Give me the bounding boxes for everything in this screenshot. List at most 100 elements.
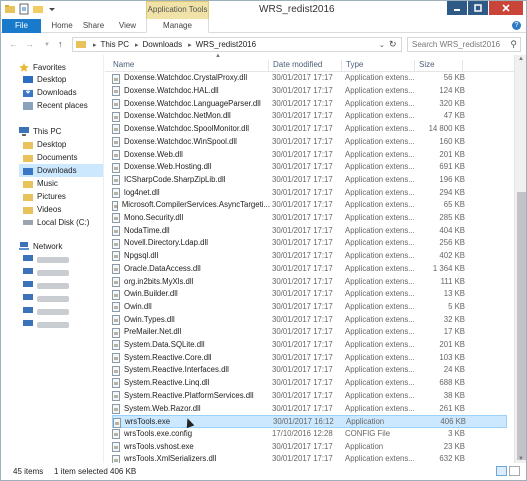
network-computer[interactable] bbox=[23, 281, 69, 290]
nav-pc-videos[interactable]: Videos bbox=[23, 205, 61, 214]
properties-icon[interactable] bbox=[18, 3, 30, 15]
file-row[interactable]: System.Reactive.Interfaces.dll 30/01/2017… bbox=[112, 364, 507, 377]
file-icon bbox=[112, 353, 120, 364]
file-name: log4net.dll bbox=[124, 187, 160, 197]
vertical-scrollbar[interactable]: ▲ ▼ bbox=[514, 55, 526, 463]
file-row[interactable]: Novell.Directory.Ldap.dll 30/01/2017 17:1… bbox=[112, 237, 507, 250]
column-name[interactable]: Name bbox=[109, 60, 269, 71]
nav-network[interactable]: Network bbox=[19, 242, 62, 251]
network-computer[interactable] bbox=[23, 255, 69, 264]
file-type: Application extens... bbox=[345, 352, 415, 362]
file-type: Application extens... bbox=[345, 314, 415, 324]
breadcrumb-current-folder[interactable]: WRS_redist2016 bbox=[196, 40, 256, 49]
nav-pc-downloads[interactable]: Downloads bbox=[19, 164, 103, 177]
nav-recent-places[interactable]: Recent places bbox=[23, 101, 88, 110]
file-row[interactable]: Doxense.Watchdoc.HAL.dll 30/01/2017 17:17… bbox=[112, 85, 507, 98]
recent-locations-icon[interactable]: ▼ bbox=[44, 42, 50, 48]
nav-pc-music[interactable]: Music bbox=[23, 179, 58, 188]
file-row[interactable]: Doxense.Watchdoc.CrystalProxy.dll 30/01/2… bbox=[112, 72, 507, 85]
file-row[interactable]: ICSharpCode.SharpZipLib.dll 30/01/2017 17… bbox=[112, 174, 507, 187]
file-row[interactable]: Doxense.Watchdoc.LanguageParser.dll 30/01… bbox=[112, 98, 507, 111]
network-computer[interactable] bbox=[23, 320, 69, 329]
file-size: 103 KB bbox=[439, 352, 465, 362]
nav-favorites-downloads[interactable]: Downloads bbox=[23, 88, 77, 97]
address-dropdown-icon[interactable]: ⌄ bbox=[379, 41, 385, 49]
file-row[interactable]: System.Reactive.Linq.dll 30/01/2017 17:17… bbox=[112, 377, 507, 390]
large-icons-view-icon[interactable] bbox=[509, 466, 520, 476]
file-row[interactable]: Oracle.DataAccess.dll 30/01/2017 17:17 App… bbox=[112, 263, 507, 276]
scroll-down-icon[interactable]: ▼ bbox=[518, 456, 524, 462]
address-bar[interactable]: ▸ This PC ▸ Downloads ▸ WRS_redist2016 ⌄… bbox=[72, 37, 402, 52]
nav-favorites[interactable]: Favorites bbox=[19, 63, 66, 72]
search-input[interactable]: Search WRS_redist2016 ⚲ bbox=[407, 37, 521, 52]
nav-pc-desktop[interactable]: Desktop bbox=[23, 140, 66, 149]
minimize-button[interactable] bbox=[447, 1, 467, 15]
file-row[interactable]: System.Data.SQLite.dll 30/01/2017 17:17 Ap… bbox=[112, 339, 507, 352]
file-icon bbox=[112, 226, 120, 237]
file-type: Application extens... bbox=[345, 340, 415, 349]
help-icon[interactable]: ? bbox=[512, 21, 521, 30]
back-arrow-icon[interactable]: ← bbox=[9, 39, 18, 49]
file-row[interactable]: wrsTools.exe.config 17/10/2016 12:28 CONFI… bbox=[112, 428, 507, 441]
file-row[interactable]: Npgsql.dll 30/01/2017 17:17 Application ex… bbox=[112, 250, 507, 263]
file-row[interactable]: Doxense.Watchdoc.NetMon.dll 30/01/2017 17… bbox=[112, 110, 507, 123]
new-folder-icon[interactable] bbox=[32, 3, 44, 15]
file-row[interactable]: Owin.dll 30/01/2017 17:17 Application exte… bbox=[112, 301, 507, 314]
file-row[interactable]: Owin.Types.dll 30/01/2017 17:17 Applicatio… bbox=[112, 314, 507, 327]
file-row[interactable]: System.Reactive.Core.dll 30/01/2017 17:17… bbox=[112, 352, 507, 365]
refresh-icon[interactable]: ↻ bbox=[389, 39, 397, 50]
scroll-thumb[interactable] bbox=[517, 192, 526, 460]
file-icon bbox=[112, 149, 120, 160]
nav-favorites-desktop[interactable]: Desktop bbox=[23, 75, 66, 84]
breadcrumb-this-pc[interactable]: This PC bbox=[101, 40, 129, 49]
file-name-cell: Doxense.Watchdoc.HAL.dll bbox=[112, 85, 270, 98]
tab-view[interactable]: View bbox=[115, 19, 140, 33]
up-arrow-icon[interactable]: ↑ bbox=[58, 39, 63, 49]
file-row[interactable]: System.Web.Razor.dll 30/01/2017 17:17 Appl… bbox=[112, 403, 507, 416]
file-row[interactable]: org.in2bits.MyXls.dll 30/01/2017 17:17 App… bbox=[112, 276, 507, 289]
tab-file[interactable]: File bbox=[2, 19, 41, 33]
file-type: Application extens... bbox=[345, 390, 415, 400]
nav-pc-pictures[interactable]: Pictures bbox=[23, 192, 66, 201]
nav-pc-videos-label: Videos bbox=[37, 205, 62, 214]
column-type[interactable]: Type bbox=[342, 60, 415, 71]
close-button[interactable] bbox=[489, 1, 523, 15]
file-date: 30/01/2017 17:17 bbox=[272, 390, 333, 400]
column-date-modified[interactable]: Date modified bbox=[269, 60, 342, 71]
breadcrumb-downloads[interactable]: Downloads bbox=[142, 40, 182, 49]
file-row[interactable]: Microsoft.CompilerServices.AsyncTargeti.… bbox=[112, 199, 507, 212]
file-name: Microsoft.CompilerServices.AsyncTargeti.… bbox=[121, 200, 270, 210]
file-row[interactable]: Doxense.Web.dll 30/01/2017 17:17 Applicati… bbox=[112, 149, 507, 162]
file-row[interactable]: PreMailer.Net.dll 30/01/2017 17:17 Applica… bbox=[112, 326, 507, 339]
tab-share[interactable]: Share bbox=[81, 19, 106, 33]
tab-manage[interactable]: Manage bbox=[146, 19, 209, 33]
file-row[interactable]: Owin.Builder.dll 30/01/2017 17:17 Applicat… bbox=[112, 288, 507, 301]
forward-arrow-icon[interactable]: → bbox=[25, 39, 34, 49]
file-name: Doxense.Watchdoc.HAL.dll bbox=[124, 86, 219, 95]
network-computer[interactable] bbox=[23, 307, 69, 316]
file-row[interactable]: log4net.dll 30/01/2017 17:17 Application e… bbox=[112, 187, 507, 200]
file-row-selected[interactable]: wrsTools.exe 30/01/2017 16:12 Application 4… bbox=[112, 415, 507, 428]
network-computer[interactable] bbox=[23, 294, 69, 303]
network-computer[interactable] bbox=[23, 268, 69, 277]
file-name: System.Reactive.Core.dll bbox=[124, 352, 212, 362]
file-row[interactable]: Doxense.Web.Hosting.dll 30/01/2017 17:17 A… bbox=[112, 161, 507, 174]
file-type: Application extens... bbox=[345, 73, 415, 83]
file-size: 124 KB bbox=[439, 86, 465, 95]
nav-this-pc[interactable]: This PC bbox=[19, 127, 61, 136]
qat-dropdown-icon[interactable] bbox=[46, 3, 58, 15]
nav-local-disk[interactable]: Local Disk (C:) bbox=[23, 218, 89, 227]
details-view-icon[interactable] bbox=[496, 466, 507, 476]
file-row[interactable]: Doxense.Watchdoc.WinSpool.dll 30/01/2017 … bbox=[112, 136, 507, 149]
file-row[interactable]: Doxense.Watchdoc.SpoolMonitor.dll 30/01/2… bbox=[112, 123, 507, 136]
column-size[interactable]: Size bbox=[415, 60, 463, 71]
maximize-button[interactable] bbox=[468, 1, 488, 15]
file-row[interactable]: wrsTools.vshost.exe 30/01/2017 17:17 Appli… bbox=[112, 441, 507, 454]
tab-home[interactable]: Home bbox=[46, 19, 78, 33]
file-row[interactable]: System.Reactive.PlatformServices.dll 30/0… bbox=[112, 390, 507, 403]
file-row[interactable]: Mono.Security.dll 30/01/2017 17:17 Applica… bbox=[112, 212, 507, 225]
scroll-up-icon[interactable]: ▲ bbox=[518, 56, 524, 62]
nav-pc-documents[interactable]: Documents bbox=[23, 153, 77, 162]
file-row[interactable]: NodaTime.dll 30/01/2017 17:17 Application … bbox=[112, 225, 507, 238]
computer-icon bbox=[23, 294, 33, 303]
